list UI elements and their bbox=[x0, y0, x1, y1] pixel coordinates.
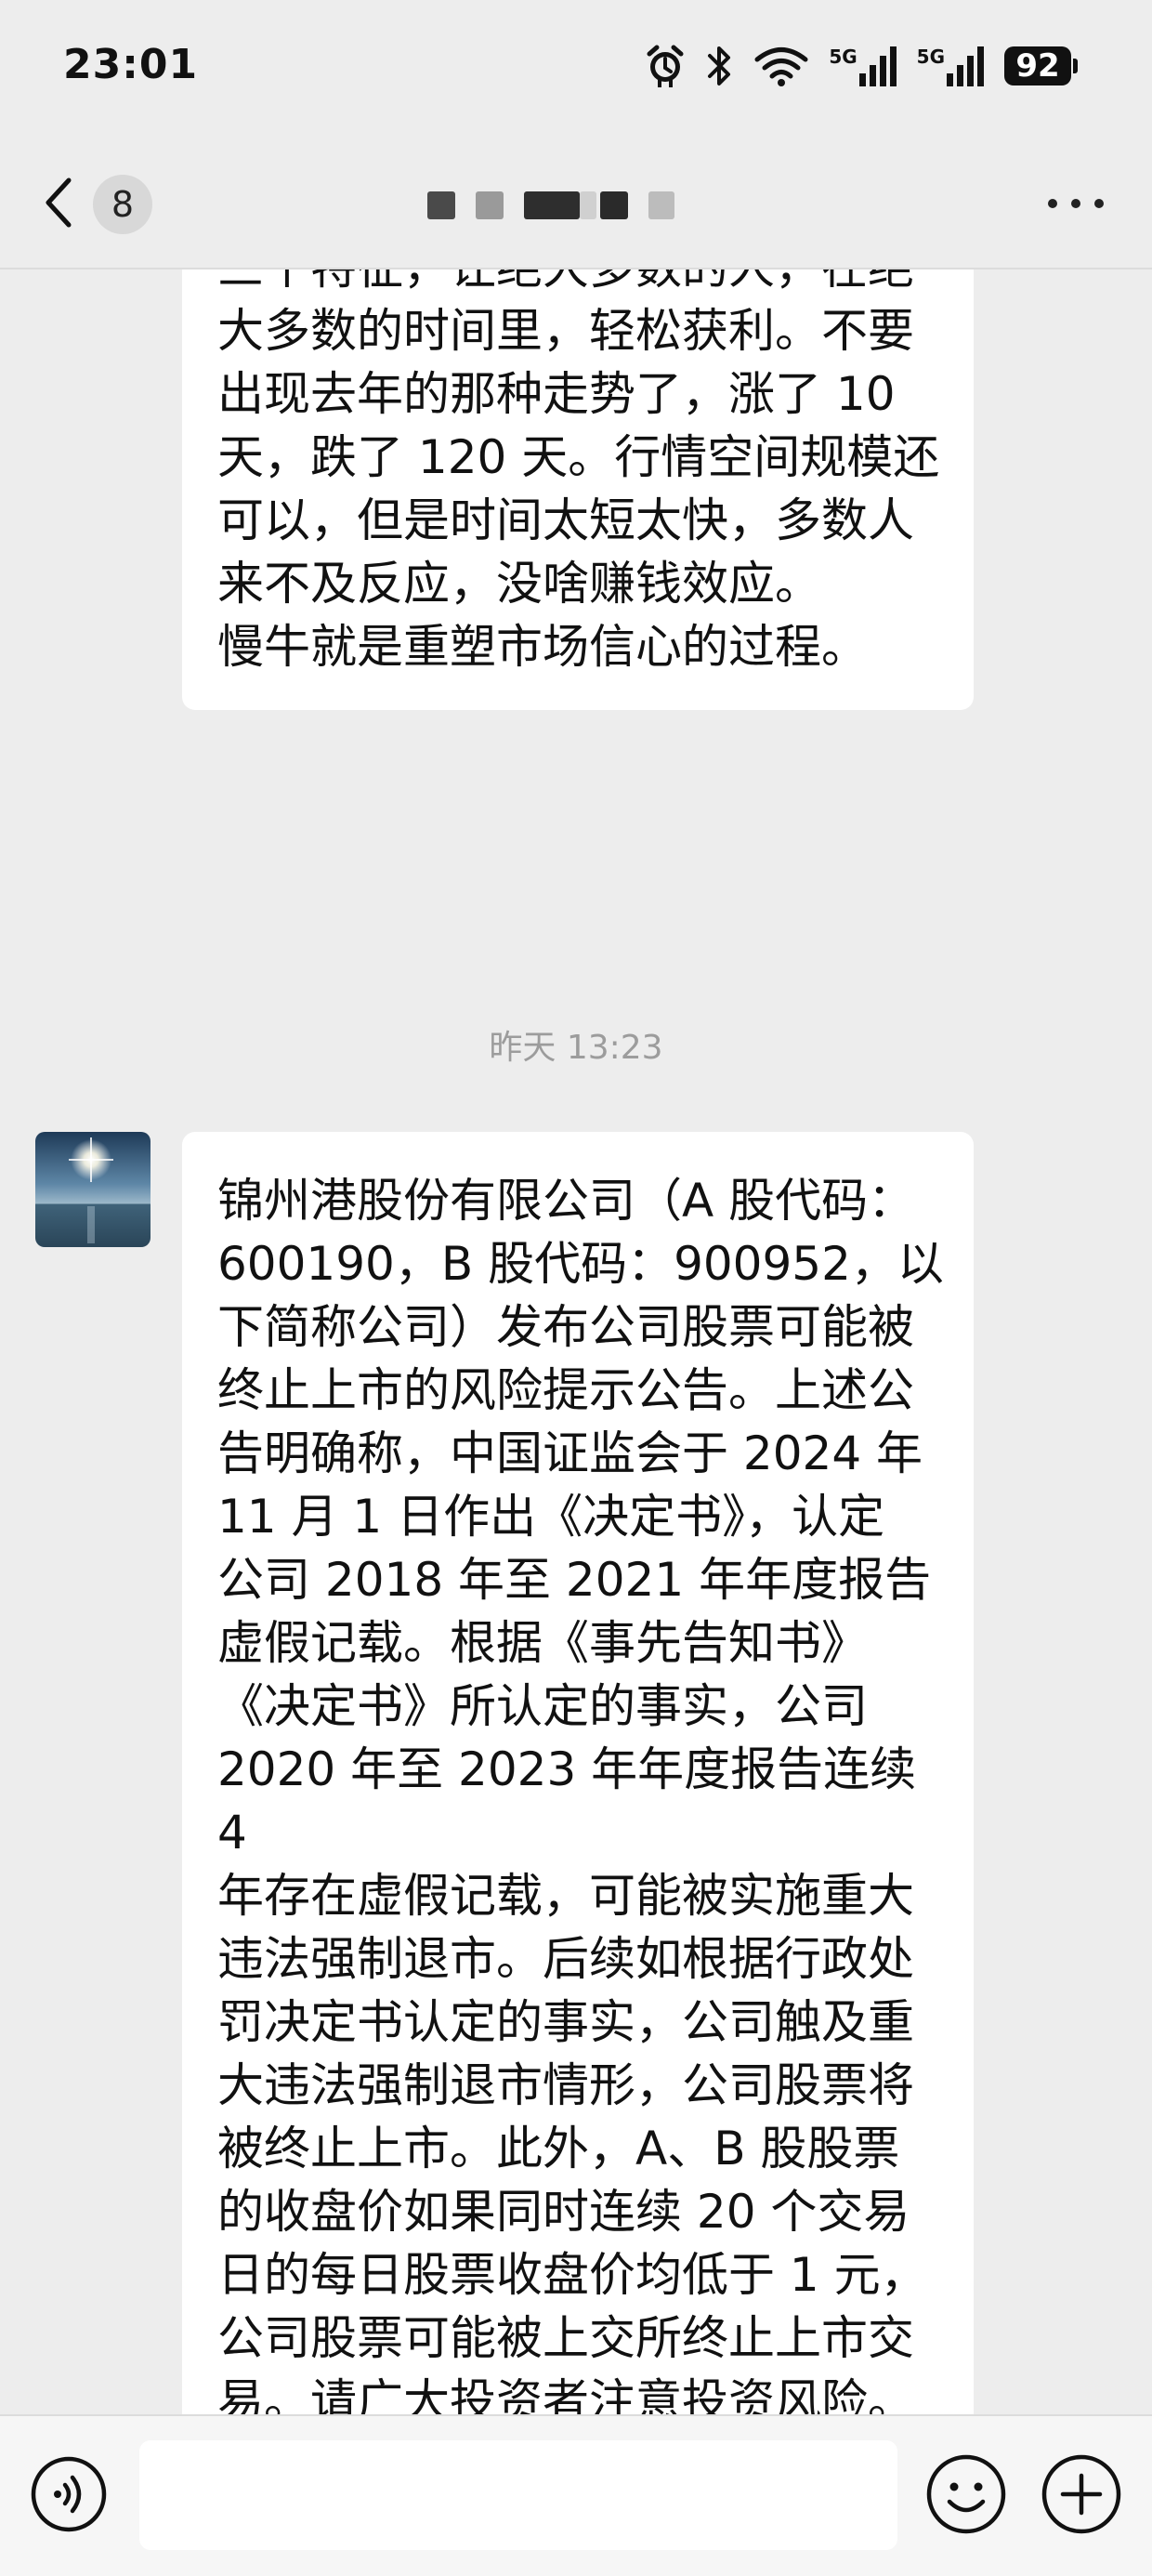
message-bubble[interactable]: 涨，虽然涨的并不多，但是一直在 上涨，已经 22 个交易日了。慢牛 走势，是最好… bbox=[182, 269, 974, 710]
network-label-1: 5G bbox=[829, 46, 857, 68]
battery-level: 92 bbox=[1004, 46, 1071, 85]
chat-title-redacted bbox=[427, 191, 695, 219]
chat-messages[interactable]: 涨，虽然涨的并不多，但是一直在 上涨，已经 22 个交易日了。慢牛 走势，是最好… bbox=[0, 269, 1152, 2414]
plus-icon bbox=[1041, 2454, 1121, 2534]
avatar[interactable] bbox=[35, 1132, 151, 1247]
more-dots-icon bbox=[1048, 199, 1057, 208]
status-bar: 23:01 5G 5G 92 bbox=[0, 0, 1152, 139]
message-input-bar bbox=[0, 2414, 1152, 2576]
back-chevron-icon bbox=[41, 175, 74, 234]
wifi-icon bbox=[754, 46, 808, 86]
more-options-button[interactable] bbox=[1048, 190, 1104, 217]
plus-button[interactable] bbox=[1041, 2453, 1122, 2535]
signal-icon-1: 5G bbox=[829, 46, 897, 86]
message-bubble[interactable]: 锦州港股份有限公司（A 股代码： 600190，B 股代码：900952，以 下… bbox=[182, 1132, 974, 2414]
voice-button[interactable] bbox=[30, 2455, 108, 2533]
network-label-2: 5G bbox=[916, 46, 945, 68]
voice-icon bbox=[31, 2456, 107, 2532]
message-input[interactable] bbox=[139, 2440, 897, 2550]
chat-header: 8 bbox=[0, 139, 1152, 269]
unread-count-badge: 8 bbox=[93, 175, 152, 234]
back-button[interactable]: 8 bbox=[41, 169, 152, 240]
alarm-icon bbox=[645, 43, 686, 89]
emoji-button[interactable] bbox=[925, 2453, 1007, 2535]
battery-icon: 92 bbox=[1004, 46, 1078, 85]
status-time: 23:01 bbox=[63, 41, 199, 88]
signal-icon-2: 5G bbox=[917, 46, 984, 86]
message-timestamp: 昨天 13:23 bbox=[489, 1029, 663, 1067]
emoji-icon bbox=[926, 2454, 1006, 2534]
status-icons: 5G 5G 92 bbox=[645, 43, 1078, 89]
bluetooth-icon bbox=[706, 45, 734, 87]
